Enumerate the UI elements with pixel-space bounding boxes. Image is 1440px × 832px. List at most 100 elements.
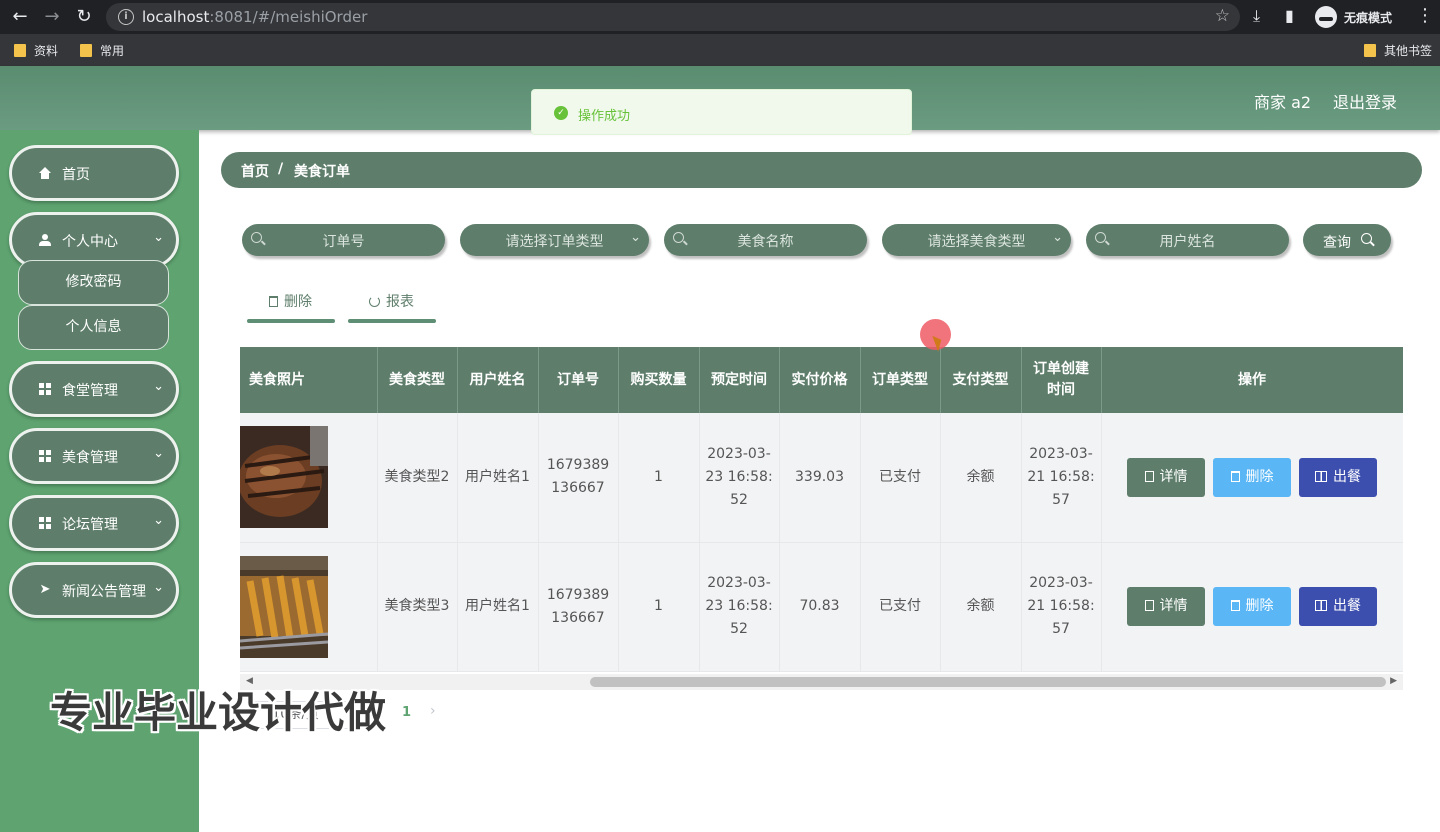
detail-label: 详情 [1159, 598, 1188, 614]
chevron-down-icon: ⌄ [153, 446, 164, 461]
success-toast: ✓ 操作成功 [531, 89, 912, 135]
delete-button[interactable]: 删除 [1213, 457, 1291, 497]
price-cell: 70.83 [779, 542, 861, 672]
sidebar-item-label: 个人中心 [62, 234, 118, 250]
batch-delete-label: 删除 [269, 291, 312, 311]
detail-label: 详情 [1159, 468, 1188, 485]
food-type-select[interactable]: 请选择美食类型 ⌄ [882, 224, 1071, 256]
column-header: 实付价格 [779, 347, 861, 413]
address-bar[interactable]: i localhost:8081/#/meishiOrder ☆ [106, 3, 1240, 31]
order-type-select[interactable]: 请选择订单类型 ⌄ [460, 224, 649, 256]
download-icon[interactable]: ⤓ [1253, 6, 1260, 26]
bookmark-label: 资料 [34, 44, 59, 58]
scrollbar-thumb[interactable] [590, 677, 1386, 687]
food-name-input[interactable]: 美食名称 [664, 224, 867, 256]
detail-button[interactable]: 详情 [1127, 587, 1205, 626]
sidepanel-icon[interactable]: ▮ [1285, 6, 1294, 25]
user-icon [39, 234, 51, 246]
table-row: 美食类型3 用户姓名1 1679389136667 1 2023-03-23 1… [240, 542, 1403, 672]
food-photo-cell [240, 413, 378, 543]
bookmark-star-icon[interactable]: ☆ [1215, 6, 1230, 26]
select-placeholder: 请选择订单类型 [505, 234, 604, 250]
order-no-cell: 1679389136667 [538, 413, 619, 543]
incognito-label: 无痕模式 [1344, 11, 1393, 25]
delete-label: 删除 [1245, 468, 1274, 485]
url-host: localhost [142, 8, 210, 26]
chevron-down-icon: ⌄ [153, 580, 164, 595]
column-header: 美食照片 [240, 347, 378, 413]
browser-menu-icon[interactable]: ⋮ [1416, 5, 1434, 26]
delete-button[interactable]: 删除 [1213, 587, 1291, 626]
check-circle-icon: ✓ [554, 106, 568, 120]
breadcrumb-home[interactable]: 首页 [241, 161, 269, 181]
column-header: 订单类型 [860, 347, 941, 413]
column-header: 预定时间 [699, 347, 780, 413]
url-text[interactable]: localhost:8081/#/meishiOrder [142, 8, 367, 26]
button-underline [348, 319, 436, 323]
serve-button[interactable]: 出餐 [1299, 587, 1377, 626]
grid-icon-wrap [38, 449, 52, 463]
sidebar-item-label: 食堂管理 [62, 383, 118, 399]
current-user: 商家 a2 [1254, 93, 1312, 112]
report-label: 报表 [369, 291, 414, 311]
food-type-cell: 美食类型3 [377, 542, 458, 672]
back-icon[interactable]: ← [8, 5, 32, 29]
personal-center-submenu: 修改密码 个人信息 [18, 260, 169, 351]
column-header: 操作 [1101, 347, 1403, 413]
detail-button[interactable]: 详情 [1127, 457, 1205, 497]
serve-label: 出餐 [1333, 598, 1361, 614]
chevron-down-icon: ⌄ [153, 513, 164, 528]
bookmark-folder-other[interactable]: 其他书签 [1364, 42, 1432, 59]
column-header: 美食类型 [377, 347, 458, 413]
bookmark-label: 常用 [100, 44, 125, 58]
submenu-personal-info[interactable]: 个人信息 [18, 305, 169, 350]
toast-message: 操作成功 [578, 109, 631, 124]
trash-icon [1230, 470, 1240, 482]
select-placeholder: 请选择美食类型 [927, 234, 1026, 250]
incognito-icon[interactable] [1315, 6, 1337, 28]
order-type-cell: 已支付 [860, 413, 941, 543]
scroll-right-arrow-icon[interactable]: ▶ [1390, 676, 1397, 686]
order-no-input[interactable]: 订单号 [242, 224, 445, 256]
table-row: 美食类型2 用户姓名1 1679389136667 1 2023-03-23 1… [240, 413, 1403, 543]
logout-button[interactable]: 退出登录 [1333, 89, 1397, 113]
created-time-cell: 2023-03-21 16:58:57 [1021, 542, 1102, 672]
breadcrumb: 首页 / 美食订单 [221, 152, 1422, 188]
bookmark-folder-changyong[interactable]: 常用 [80, 42, 124, 59]
next-page-icon[interactable]: › [430, 703, 436, 719]
sidebar-item-news[interactable]: ➤ 新闻公告管理 ⌄ [9, 562, 179, 618]
serve-button[interactable]: 出餐 [1299, 457, 1377, 497]
bookmarks-bar: 资料 常用 其他书签 [0, 34, 1440, 66]
user-icon-wrap [38, 233, 52, 247]
batch-delete-button[interactable]: 删除 [247, 289, 335, 323]
column-header: 用户姓名 [457, 347, 539, 413]
user-name-input[interactable]: 用户姓名 [1086, 224, 1289, 256]
grid-icon [39, 383, 51, 395]
current-page-number[interactable]: 1 [402, 705, 411, 720]
button-underline [247, 319, 335, 323]
input-placeholder: 用户姓名 [1159, 234, 1216, 250]
sidebar-item-label: 论坛管理 [62, 517, 118, 533]
sidebar-item-canteen[interactable]: 食堂管理 ⌄ [9, 361, 179, 417]
grid-icon [39, 450, 51, 462]
order-no-cell: 1679389136667 [538, 542, 619, 672]
query-button[interactable]: 查询 [1303, 224, 1391, 256]
submenu-change-password[interactable]: 修改密码 [18, 260, 169, 305]
food-photo [240, 426, 328, 529]
reload-icon[interactable]: ↻ [72, 5, 96, 29]
sidebar-item-home[interactable]: 首页 [9, 145, 179, 201]
sidebar-item-food[interactable]: 美食管理 ⌄ [9, 428, 179, 484]
sidebar-item-forum[interactable]: 论坛管理 ⌄ [9, 495, 179, 551]
price-cell: 339.03 [779, 413, 861, 543]
report-button[interactable]: 报表 [348, 289, 436, 323]
url-path: :8081/#/meishiOrder [209, 8, 368, 26]
sidebar-item-label: 美食管理 [62, 450, 118, 466]
table-horizontal-scrollbar[interactable]: ◀ ▶ [240, 674, 1403, 690]
forward-icon[interactable]: → [40, 5, 64, 29]
chevron-down-icon: ⌄ [153, 379, 164, 394]
bookmark-folder-ziliao[interactable]: 资料 [14, 42, 58, 59]
food-photo [240, 555, 328, 658]
info-icon[interactable]: i [118, 9, 134, 25]
grid-icon-wrap [38, 516, 52, 530]
operations-cell: 详情 删除 出餐 [1101, 542, 1403, 672]
